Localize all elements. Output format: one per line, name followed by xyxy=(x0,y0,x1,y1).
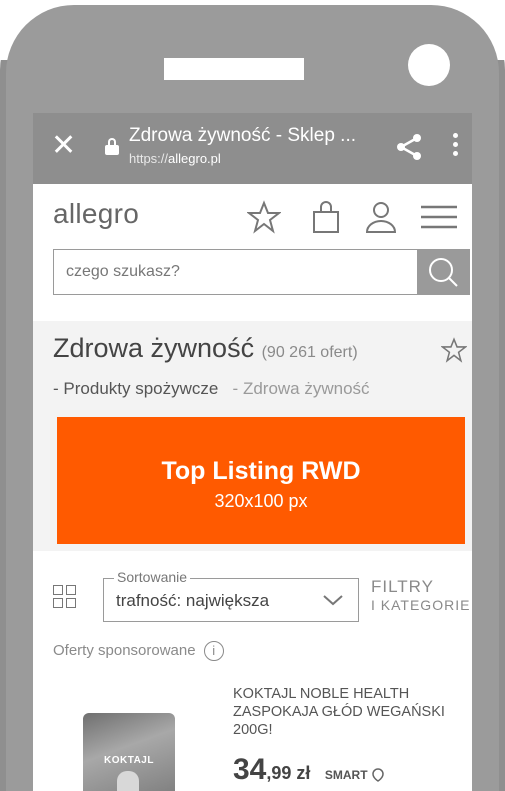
top-listing-banner[interactable]: Top Listing RWD 320x100 px xyxy=(57,417,465,544)
category-title: Zdrowa żywność xyxy=(53,333,255,363)
product-card[interactable]: KOKTAJL KOKTAJL NOBLE HEALTH ZASPOKAJA G… xyxy=(33,673,472,791)
product-image-label: KOKTAJL xyxy=(104,755,154,766)
allegro-logo[interactable]: allegro xyxy=(53,198,139,230)
browser-url[interactable]: https://allegro.pl xyxy=(129,151,221,166)
search-bar xyxy=(53,249,470,295)
site-header: allegro xyxy=(33,184,472,249)
filters-label: FILTRY xyxy=(371,577,434,596)
smart-badge: SMART xyxy=(324,768,368,782)
offer-count: (90 261 ofert) xyxy=(261,344,358,361)
screen: ✕ Zdrowa żywność - Sklep ... https://all… xyxy=(33,113,472,791)
banner-size: 320x100 px xyxy=(214,491,308,511)
filters-button[interactable]: FILTRY I KATEGORIE xyxy=(371,578,470,614)
user-icon[interactable] xyxy=(365,200,397,234)
phone-speaker xyxy=(164,58,304,80)
sort-legend: Sortowanie xyxy=(114,569,191,585)
hamburger-menu-icon[interactable] xyxy=(419,200,459,234)
smart-pin-icon xyxy=(372,768,384,782)
breadcrumb-separator: - xyxy=(232,379,239,398)
url-host: allegro.pl xyxy=(168,151,221,166)
browser-page-title[interactable]: Zdrowa żywność - Sklep ... xyxy=(129,125,356,147)
price-whole: 34 xyxy=(233,753,267,786)
sort-value: trafność: największa xyxy=(116,591,270,610)
category-heading: Zdrowa żywność (90 261 ofert) xyxy=(53,333,358,364)
sponsored-text: Oferty sponsorowane xyxy=(53,641,196,659)
grid-view-icon[interactable] xyxy=(53,585,77,609)
sort-select[interactable]: Sortowanie trafność: największa xyxy=(103,569,359,622)
product-image[interactable]: KOKTAJL xyxy=(83,713,175,791)
chevron-down-icon xyxy=(323,595,343,606)
search-button[interactable] xyxy=(417,250,469,294)
product-title[interactable]: KOKTAJL NOBLE HEALTH ZASPOKAJA GŁÓD WEGA… xyxy=(233,685,463,739)
category-section: Zdrowa żywność (90 261 ofert) - Produkty… xyxy=(33,321,472,551)
more-menu-icon[interactable] xyxy=(453,133,459,161)
sort-bar: Sortowanie trafność: największa FILTRY I… xyxy=(33,551,472,641)
banner-title: Top Listing RWD xyxy=(161,457,361,485)
breadcrumb-separator: - xyxy=(53,379,59,398)
lock-icon xyxy=(105,138,119,155)
watch-category-star-icon[interactable] xyxy=(441,337,467,363)
breadcrumb: - Produkty spożywcze - Zdrowa żywność xyxy=(53,379,370,399)
search-input[interactable] xyxy=(54,250,418,294)
breadcrumb-current: Zdrowa żywność xyxy=(242,379,370,398)
price-fraction: ,99 zł xyxy=(266,763,311,783)
browser-toolbar: ✕ Zdrowa żywność - Sklep ... https://all… xyxy=(33,113,472,184)
info-icon[interactable]: i xyxy=(203,641,224,661)
star-icon[interactable] xyxy=(247,200,281,234)
url-scheme: https:// xyxy=(129,151,169,166)
phone-camera xyxy=(408,44,450,86)
sponsored-offers-label: Oferty sponsorowane i xyxy=(53,641,224,661)
product-price: 34,99 zł SMART xyxy=(233,753,384,787)
phone-frame: ✕ Zdrowa żywność - Sklep ... https://all… xyxy=(0,0,505,791)
close-tab-icon[interactable]: ✕ xyxy=(51,131,76,161)
bag-icon[interactable] xyxy=(311,200,341,234)
breadcrumb-parent[interactable]: Produkty spożywcze xyxy=(63,379,218,398)
share-icon[interactable] xyxy=(395,133,423,161)
categories-label: I KATEGORIE xyxy=(371,597,471,613)
search-icon xyxy=(429,258,458,287)
